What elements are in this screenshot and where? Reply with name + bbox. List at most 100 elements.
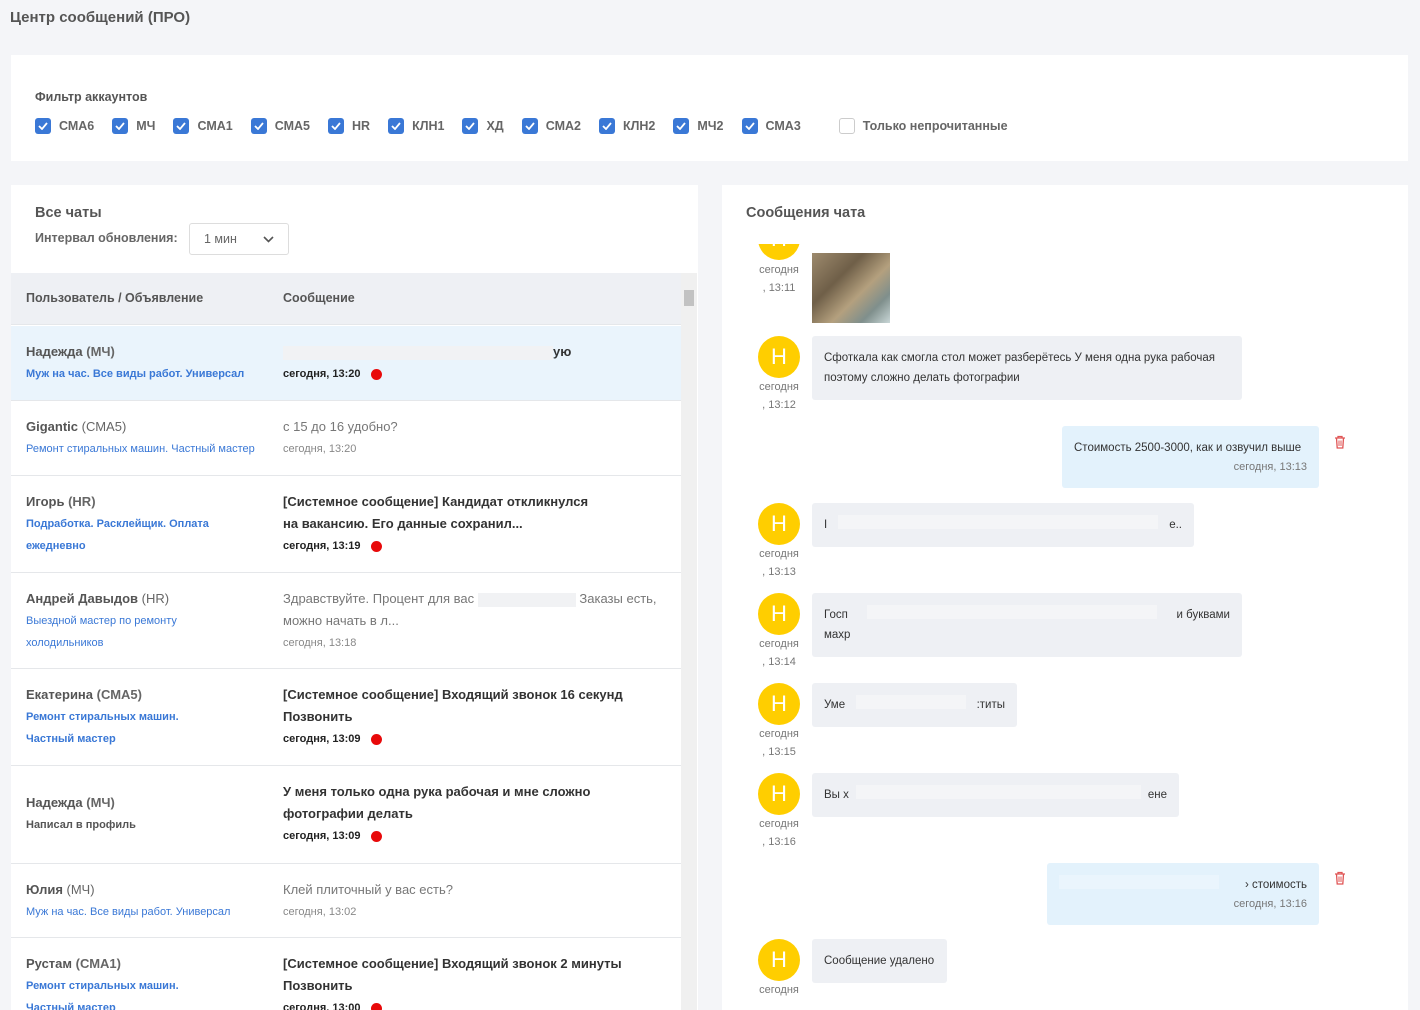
attached-photo[interactable]: [812, 253, 890, 323]
check-icon: [112, 118, 129, 134]
column-header-message: Сообщение: [283, 291, 355, 305]
chat-row[interactable]: Игорь (HR) Подработка. Расклейщик. Оплат…: [11, 476, 681, 573]
unread-only-checkbox[interactable]: Только непрочитанные: [838, 118, 1008, 134]
incoming-message: Сфоткала как смогла стол может разберёте…: [812, 336, 1242, 400]
redacted-text: [838, 515, 1159, 529]
message-preview: Здравствуйте. Процент для вас Заказы ест…: [283, 591, 657, 607]
user-avatar: Н: [758, 593, 800, 635]
chat-message-cell: [Системное сообщение] Кандидат откликнул…: [283, 491, 593, 557]
message-text: › стоимость: [1059, 875, 1307, 895]
unread-indicator: [370, 830, 382, 842]
message-stamp: сегодня, 13:14: [759, 638, 799, 668]
trash-icon[interactable]: [1334, 435, 1346, 449]
message-line: Госп и буквами: [824, 605, 1230, 625]
redacted-text: [1059, 875, 1219, 889]
redacted-text: [855, 785, 1141, 799]
chat-row[interactable]: Надежда (МЧ) Написал в профиль У меня то…: [11, 766, 681, 864]
ad-title[interactable]: Ремонт стиральных машин. Частный мастер: [26, 438, 266, 460]
message-preview-line2: можно начать в л...: [283, 613, 399, 628]
message-preview: [Системное сообщение] Входящий звонок 16…: [283, 687, 623, 724]
filter-checkbox-kln2[interactable]: КЛН2: [598, 118, 656, 134]
filter-checkbox-sma1[interactable]: СМА1: [173, 118, 233, 134]
message-stamp: сегодня: [759, 984, 799, 996]
checkbox-label: КЛН1: [412, 119, 445, 133]
filter-checkbox-hr[interactable]: HR: [328, 118, 370, 134]
filter-checkbox-sma2[interactable]: СМА2: [521, 118, 581, 134]
chat-row[interactable]: Надежда (МЧ) Муж на час. Все виды работ.…: [11, 326, 681, 401]
user-avatar: Н: [758, 336, 800, 378]
check-icon: [462, 118, 479, 134]
checkbox-label: СМА5: [274, 119, 310, 133]
interval-select[interactable]: 1 мин: [189, 223, 289, 255]
message-time: сегодня, 13:19: [283, 535, 593, 557]
chat-row[interactable]: Екатерина (СМА5) Ремонт стиральных машин…: [11, 669, 681, 766]
interval-value: 1 мин: [204, 232, 237, 246]
chat-message-cell: [Системное сообщение] Входящий звонок 2 …: [283, 953, 623, 1010]
ad-title[interactable]: Выездной мастер по ремонту холодильников: [26, 610, 196, 654]
filter-label: Фильтр аккаунтов: [35, 90, 148, 104]
user-name: Андрей Давыдов (HR): [26, 591, 170, 606]
user-name: Юлия (МЧ): [26, 882, 95, 897]
checkbox-label: HR: [352, 119, 371, 133]
interval-label: Интервал обновления:: [35, 231, 178, 245]
unread-indicator: [370, 540, 382, 552]
chat-user-cell: Андрей Давыдов (HR) Выездной мастер по р…: [26, 588, 266, 654]
chat-row[interactable]: Gigantic (СМА5) Ремонт стиральных машин.…: [11, 401, 681, 476]
message-time: сегодня, 13:09: [283, 728, 628, 750]
message-time: сегодня, 13:20: [283, 443, 357, 455]
chat-message-cell: с 15 до 16 удобно? сегодня, 13:20: [283, 416, 673, 460]
account-filter-panel: Фильтр аккаунтов СМА6 МЧ СМА1 СМА5 HR КЛ…: [11, 55, 1408, 161]
filter-checkbox-sma5[interactable]: СМА5: [250, 118, 310, 134]
filter-checkbox-row: СМА6 МЧ СМА1 СМА5 HR КЛН1 ХД СМА2 КЛН2 М…: [35, 117, 1026, 135]
check-icon: [35, 118, 51, 134]
ad-title[interactable]: Ремонт стиральных машин. Частный мастер: [26, 706, 226, 750]
checkbox-label: МЧ2: [697, 119, 724, 133]
message-preview: Клей плиточный у вас есть?: [283, 882, 453, 897]
ad-title[interactable]: Муж на час. Все виды работ. Универсал: [26, 363, 266, 385]
chat-messages-panel: Сообщения чата Н сегодня, 13:11 Н сегодн…: [722, 185, 1408, 1010]
message-stamp: сегодня, 13:11: [759, 264, 799, 294]
user-name: Игорь (HR): [26, 494, 96, 509]
checkbox-label: КЛН2: [622, 119, 656, 133]
check-icon: [250, 118, 267, 134]
outgoing-message: › стоимость сегодня, 13:16: [1047, 863, 1319, 925]
chat-user-cell: Надежда (МЧ) Муж на час. Все виды работ.…: [26, 341, 266, 385]
check-icon: [521, 118, 538, 134]
incoming-message: Уме:титы: [812, 683, 1017, 727]
redacted-text: [867, 605, 1158, 619]
check-icon: [598, 118, 615, 134]
chat-row[interactable]: Андрей Давыдов (HR) Выездной мастер по р…: [11, 573, 681, 669]
chat-user-cell: Рустам (СМА1) Ремонт стиральных машин. Ч…: [26, 953, 266, 1010]
trash-icon[interactable]: [1334, 871, 1346, 885]
user-avatar: Н: [758, 244, 800, 260]
checkbox-label: ХД: [486, 119, 504, 133]
filter-checkbox-mch[interactable]: МЧ: [112, 118, 155, 134]
filter-checkbox-kln1[interactable]: КЛН1: [388, 118, 444, 134]
chat-message-cell: [Системное сообщение] Входящий звонок 16…: [283, 684, 628, 750]
column-header-user: Пользователь / Объявление: [26, 291, 204, 305]
incoming-message: Вы х ене: [812, 773, 1179, 817]
ad-title[interactable]: Подработка. Расклейщик. Оплата ежедневно: [26, 513, 226, 557]
ad-title[interactable]: Ремонт стиральных машин. Частный мастер: [26, 975, 226, 1010]
filter-checkbox-mch2[interactable]: МЧ2: [673, 118, 724, 134]
message-preview: [Системное сообщение] Кандидат откликнул…: [283, 494, 589, 531]
user-name: Екатерина (СМА5): [26, 687, 142, 702]
message-preview: [Системное сообщение] Входящий звонок 2 …: [283, 956, 622, 993]
user-avatar: Н: [758, 939, 800, 981]
message-text: Стоимость 2500-3000, как и озвучил выше: [1074, 442, 1302, 454]
chats-scrollbar[interactable]: [681, 273, 697, 1010]
filter-checkbox-hd[interactable]: ХД: [462, 118, 504, 134]
message-time: сегодня, 13:16: [1233, 898, 1307, 910]
ad-title[interactable]: Муж на час. Все виды работ. Универсал: [26, 901, 266, 923]
chat-row[interactable]: Юлия (МЧ) Муж на час. Все виды работ. Ун…: [11, 864, 681, 938]
chat-row[interactable]: Рустам (СМА1) Ремонт стиральных машин. Ч…: [11, 938, 681, 1010]
user-name: Надежда (МЧ): [26, 344, 115, 359]
filter-checkbox-sma6[interactable]: СМА6: [35, 118, 94, 134]
message-time: сегодня, 13:13: [1233, 461, 1307, 473]
check-icon: [388, 118, 405, 134]
message-preview: ую: [283, 341, 673, 363]
checkbox-label: МЧ: [136, 119, 156, 133]
filter-checkbox-sma3[interactable]: СМА3: [741, 118, 801, 134]
scroll-thumb[interactable]: [684, 290, 694, 306]
chats-table-body: Надежда (МЧ) Муж на час. Все виды работ.…: [11, 326, 681, 1010]
